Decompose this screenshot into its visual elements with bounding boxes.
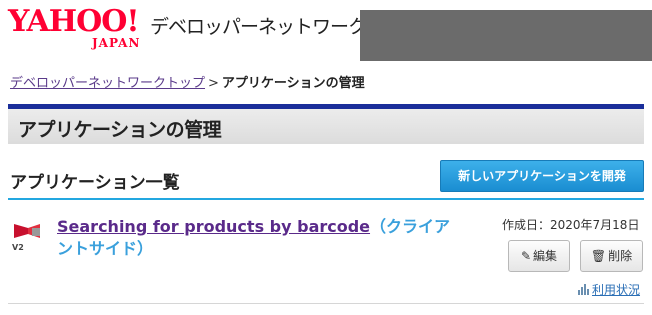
bar-chart-icon bbox=[578, 284, 589, 295]
new-application-button[interactable]: 新しいアプリケーションを開発 bbox=[440, 160, 644, 192]
pencil-icon: ✎ bbox=[520, 249, 532, 263]
app-icon-version: V2 bbox=[12, 243, 24, 252]
row-divider bbox=[8, 303, 644, 304]
created-date: 作成日：2020年7月18日 bbox=[502, 218, 640, 232]
section-divider bbox=[8, 198, 644, 200]
breadcrumb: デベロッパーネットワークトップ > アプリケーションの管理 bbox=[10, 72, 365, 91]
usage-link[interactable]: 利用状況 bbox=[578, 281, 640, 298]
page-title-bar: アプリケーションの管理 bbox=[8, 104, 644, 144]
usage-label: 利用状況 bbox=[592, 283, 641, 297]
edit-label: 編集 bbox=[533, 249, 558, 263]
logo-text: YAHOO! bbox=[8, 4, 140, 39]
app-icon: V2 bbox=[12, 224, 40, 252]
header: YAHOO! JAPAN デベロッパーネットワーク bbox=[0, 0, 652, 62]
breadcrumb-separator: > bbox=[208, 76, 219, 91]
app-name-link[interactable]: Searching for products by barcode bbox=[57, 217, 370, 236]
trash-icon: 🗑 bbox=[590, 249, 607, 263]
breadcrumb-link-top[interactable]: デベロッパーネットワークトップ bbox=[10, 76, 205, 91]
header-banner-area bbox=[360, 10, 652, 61]
app-name: Searching for products by barcode（クライアント… bbox=[57, 216, 457, 260]
page-title: アプリケーションの管理 bbox=[18, 119, 222, 141]
section-heading: アプリケーション一覧 bbox=[10, 173, 180, 193]
breadcrumb-current: アプリケーションの管理 bbox=[221, 76, 365, 91]
yahoo-japan-logo[interactable]: YAHOO! JAPAN bbox=[8, 6, 150, 52]
logo-subtext: JAPAN bbox=[92, 36, 141, 50]
delete-button[interactable]: 🗑 削除 bbox=[580, 240, 643, 272]
delete-label: 削除 bbox=[608, 249, 633, 263]
edit-button[interactable]: ✎ 編集 bbox=[508, 240, 570, 272]
site-name: デベロッパーネットワーク bbox=[150, 16, 367, 38]
